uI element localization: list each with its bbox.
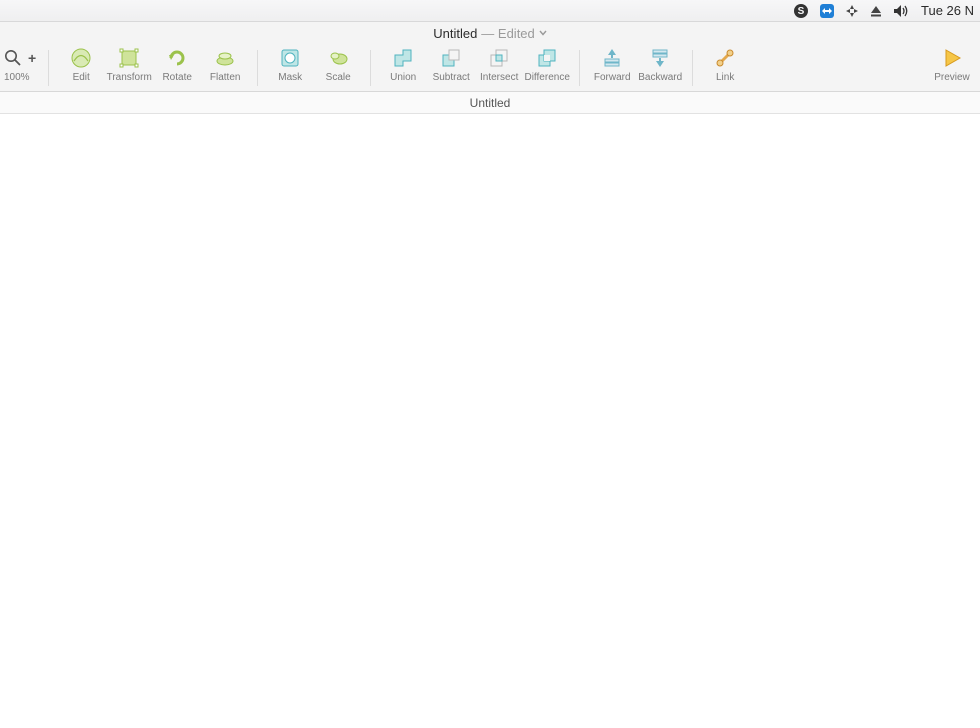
menubar-clock[interactable]: Tue 26 N — [921, 3, 974, 18]
toolbar-group-preview: Preview — [928, 46, 976, 90]
union-label: Union — [390, 72, 416, 83]
rotate-button[interactable]: Rotate — [153, 46, 201, 90]
subtract-label: Subtract — [433, 72, 470, 83]
skype-icon[interactable]: S — [793, 3, 809, 19]
link-button[interactable]: Link — [701, 46, 749, 90]
flatten-icon — [213, 46, 237, 70]
macos-menubar: S Tue 26 N — [0, 0, 980, 22]
subtract-icon — [439, 46, 463, 70]
intersect-icon — [487, 46, 511, 70]
subtract-button[interactable]: Subtract — [427, 46, 475, 90]
toolbar-group-boolean: Union Subtract Intersect Difference — [379, 46, 571, 90]
mask-label: Mask — [278, 72, 302, 83]
intersect-button[interactable]: Intersect — [475, 46, 523, 90]
toolbar-group-edit: Edit Transform Rotate Flatten — [57, 46, 249, 90]
zoom-control[interactable]: + 100% — [4, 46, 36, 90]
eject-icon[interactable] — [869, 4, 883, 18]
forward-label: Forward — [594, 72, 631, 83]
union-icon — [391, 46, 415, 70]
edit-label: Edit — [73, 72, 90, 83]
teamviewer-icon[interactable] — [819, 3, 835, 19]
scale-icon — [326, 46, 350, 70]
edit-button[interactable]: Edit — [57, 46, 105, 90]
scale-button[interactable]: Scale — [314, 46, 362, 90]
backward-button[interactable]: Backward — [636, 46, 684, 90]
transform-button[interactable]: Transform — [105, 46, 153, 90]
page-tabstrip[interactable]: Untitled — [0, 92, 980, 114]
mask-icon — [278, 46, 302, 70]
page-tab-label: Untitled — [470, 96, 511, 110]
forward-icon — [600, 46, 624, 70]
scale-label: Scale — [326, 72, 351, 83]
toolbar-separator — [579, 50, 580, 86]
sync-icon[interactable] — [845, 4, 859, 18]
rotate-label: Rotate — [162, 72, 191, 83]
flatten-label: Flatten — [210, 72, 241, 83]
preview-icon — [940, 46, 964, 70]
volume-icon[interactable] — [893, 4, 911, 18]
status-icons: S — [793, 3, 911, 19]
transform-icon — [117, 46, 141, 70]
transform-label: Transform — [107, 72, 152, 83]
union-button[interactable]: Union — [379, 46, 427, 90]
toolbar-separator — [692, 50, 693, 86]
toolbar-separator — [370, 50, 371, 86]
chevron-down-icon[interactable] — [539, 30, 547, 36]
backward-label: Backward — [638, 72, 682, 83]
svg-text:S: S — [798, 6, 805, 17]
canvas[interactable] — [0, 114, 980, 728]
preview-button[interactable]: Preview — [928, 46, 976, 90]
toolbar-separator — [48, 50, 49, 86]
mask-button[interactable]: Mask — [266, 46, 314, 90]
toolbar-separator — [257, 50, 258, 86]
zoom-level-label: 100% — [4, 72, 30, 83]
document-edited-suffix: — Edited — [481, 26, 534, 41]
preview-label: Preview — [934, 72, 970, 83]
forward-button[interactable]: Forward — [588, 46, 636, 90]
difference-label: Difference — [524, 72, 569, 83]
window-titlebar: Untitled — Edited — [0, 22, 980, 44]
rotate-icon — [165, 46, 189, 70]
backward-icon — [648, 46, 672, 70]
edit-icon — [69, 46, 93, 70]
intersect-label: Intersect — [480, 72, 518, 83]
toolbar-group-mask: Mask Scale — [266, 46, 362, 90]
toolbar-group-link: Link — [701, 46, 749, 90]
difference-icon — [535, 46, 559, 70]
link-icon — [713, 46, 737, 70]
zoom-plus-icon[interactable]: + — [28, 50, 36, 66]
flatten-button[interactable]: Flatten — [201, 46, 249, 90]
magnifier-icon — [4, 49, 22, 67]
link-label: Link — [716, 72, 734, 83]
toolbar: + 100% Edit Transform Rotate — [0, 44, 980, 92]
difference-button[interactable]: Difference — [523, 46, 571, 90]
toolbar-group-order: Forward Backward — [588, 46, 684, 90]
document-title: Untitled — [433, 26, 477, 41]
